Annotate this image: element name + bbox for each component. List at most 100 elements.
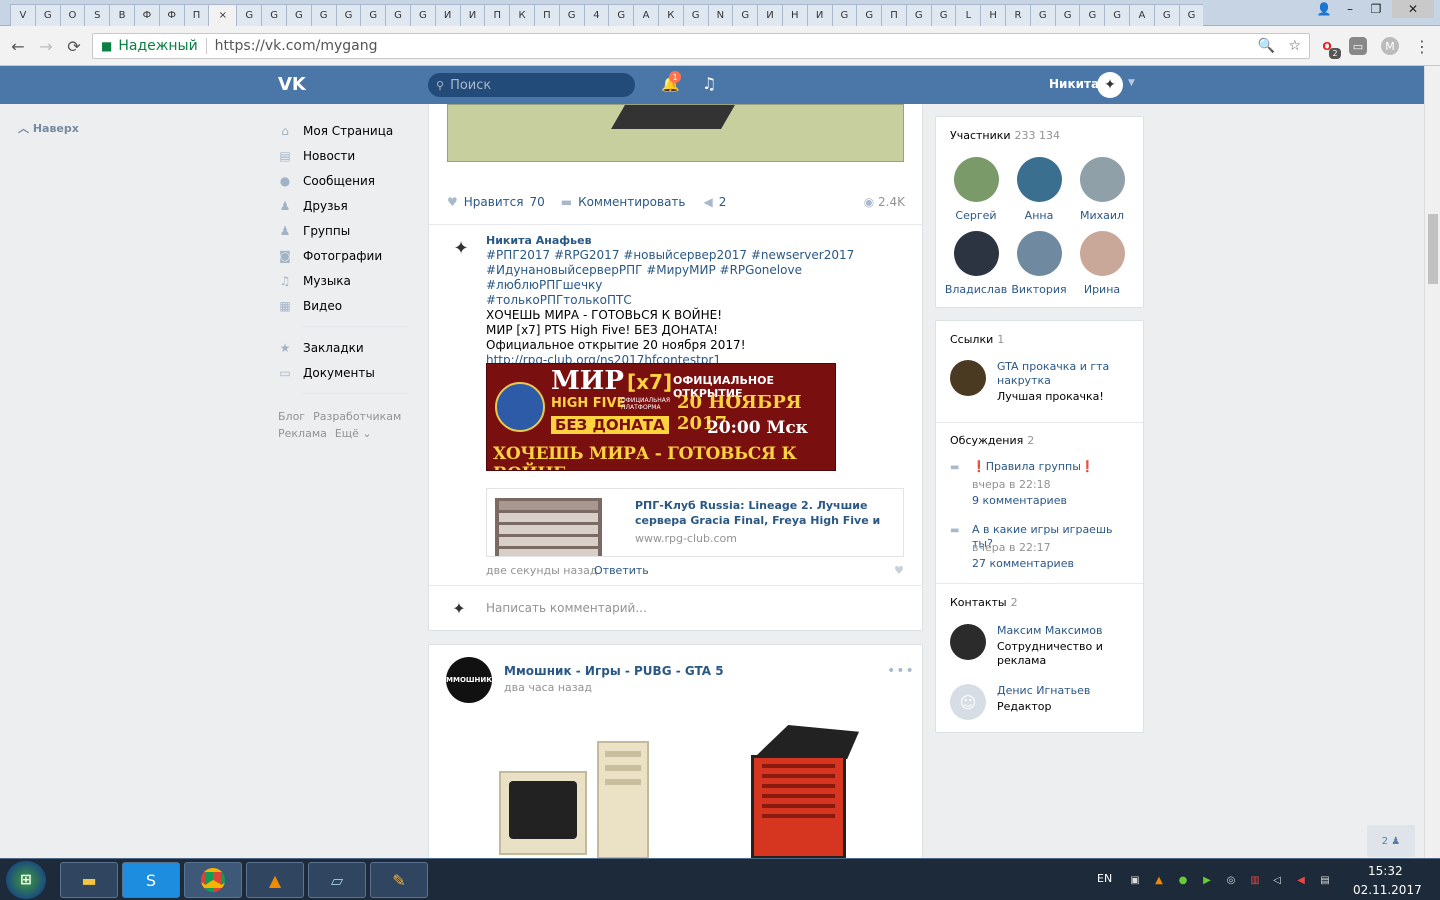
restore-button[interactable]: ❐: [1362, 0, 1390, 18]
extension-m-icon[interactable]: M: [1381, 37, 1399, 55]
back-button[interactable]: ←: [6, 34, 30, 58]
browser-tab[interactable]: П: [533, 4, 559, 26]
volume-tray-icon[interactable]: ◁: [1270, 873, 1284, 887]
links-title[interactable]: Ссылки 1: [950, 333, 1004, 346]
extension-icon[interactable]: ▭: [1349, 37, 1367, 55]
post-author-name[interactable]: Ммошник - Игры - PUBG - GTA 5: [504, 664, 724, 678]
heart-icon[interactable]: ♥: [447, 195, 458, 209]
browser-tab[interactable]: G: [409, 4, 435, 26]
member-item[interactable]: Владислав: [944, 231, 1008, 296]
write-comment-input[interactable]: Написать комментарий...: [486, 601, 647, 615]
bookmark-star-icon[interactable]: ☆: [1288, 38, 1301, 54]
browser-tab[interactable]: К: [657, 4, 683, 26]
footer-ads-link[interactable]: Реклама: [278, 427, 327, 440]
browser-tab[interactable]: П: [183, 4, 209, 26]
contact-name[interactable]: Максим Максимов: [997, 624, 1127, 638]
browser-tab[interactable]: И: [434, 4, 460, 26]
browser-tab[interactable]: R: [1005, 4, 1030, 26]
browser-tab[interactable]: Н: [980, 4, 1006, 26]
discussion-comments[interactable]: 27 комментариев: [972, 557, 1074, 570]
hashtags-line[interactable]: #ИдунановыйсерверРПГ #МируМИР #RPGonelov…: [486, 263, 906, 293]
close-window-button[interactable]: ✕: [1392, 0, 1434, 18]
sidebar-item[interactable]: ⌂ Моя Страница: [278, 118, 408, 143]
member-photo[interactable]: [1079, 231, 1125, 276]
paint-taskbar-icon[interactable]: ✎: [370, 862, 428, 898]
member-item[interactable]: Анна: [1007, 157, 1071, 222]
browser-tab[interactable]: G: [1153, 4, 1179, 26]
post-menu-icon[interactable]: •••: [887, 663, 915, 679]
discussion-title[interactable]: ❗Правила группы❗: [972, 460, 1132, 474]
tray-icon[interactable]: ●: [1176, 873, 1190, 887]
page-scrollbar[interactable]: [1424, 66, 1440, 858]
browser-tab[interactable]: G: [360, 4, 386, 26]
forward-button[interactable]: →: [34, 34, 58, 58]
browser-tab[interactable]: П: [484, 4, 510, 26]
browser-tab[interactable]: G: [385, 4, 410, 26]
clock-date[interactable]: 02.11.2017: [1353, 883, 1422, 897]
share-count[interactable]: 2: [719, 195, 727, 209]
comment-author-name[interactable]: Никита Анафьев: [486, 233, 906, 248]
sidebar-item[interactable]: ♟ Друзья: [278, 193, 408, 218]
browser-tab[interactable]: L: [955, 4, 981, 26]
contacts-title[interactable]: Контакты 2: [950, 596, 1018, 609]
zoom-icon[interactable]: 🔍: [1258, 38, 1275, 54]
search-input[interactable]: ⚲ Поиск: [428, 73, 635, 97]
browser-tab[interactable]: N: [707, 4, 733, 26]
browser-tab[interactable]: G: [930, 4, 956, 26]
member-name[interactable]: Михаил: [1070, 209, 1134, 222]
browser-menu-icon[interactable]: ⋮: [1413, 37, 1431, 56]
network-tray-icon[interactable]: ▥: [1248, 873, 1262, 887]
post-image-old-pc[interactable]: [489, 741, 659, 859]
sidebar-item[interactable]: ♟ Группы: [278, 218, 408, 243]
browser-tab[interactable]: G: [1029, 4, 1055, 26]
member-name[interactable]: Сергей: [944, 209, 1008, 222]
tray-icon[interactable]: ▶: [1200, 873, 1214, 887]
link-preview-card[interactable]: РПГ-Клуб Russia: Lineage 2. Лучшие серве…: [486, 488, 904, 557]
comment-icon[interactable]: ▬: [561, 195, 572, 209]
discussion-comments[interactable]: 9 комментариев: [972, 494, 1067, 507]
browser-tab[interactable]: И: [806, 4, 832, 26]
sidebar-item[interactable]: ★ Закладки: [278, 335, 408, 360]
member-item[interactable]: Сергей: [944, 157, 1008, 222]
browser-tab[interactable]: G: [856, 4, 882, 26]
browser-tab[interactable]: G: [236, 4, 262, 26]
browser-tab[interactable]: G: [1104, 4, 1130, 26]
browser-tab[interactable]: И: [757, 4, 782, 26]
browser-tab[interactable]: S: [84, 4, 110, 26]
chat-button[interactable]: 2 ♟: [1367, 825, 1415, 857]
comment-author-avatar[interactable]: ✦: [445, 232, 477, 264]
sidebar-item[interactable]: ♫ Музыка: [278, 268, 408, 293]
footer-blog-link[interactable]: Блог: [278, 410, 305, 423]
browser-tab[interactable]: G: [34, 4, 60, 26]
post-timestamp[interactable]: два часа назад: [504, 681, 592, 694]
member-item[interactable]: Ирина: [1070, 231, 1134, 296]
members-title[interactable]: Участники 233 134: [950, 129, 1060, 142]
url-text[interactable]: https://vk.com/mygang: [215, 38, 378, 54]
sidebar-item[interactable]: ▤ Новости: [278, 143, 408, 168]
like-button[interactable]: Нравится: [464, 195, 524, 209]
browser-tab[interactable]: G: [310, 4, 336, 26]
browser-tab[interactable]: V: [10, 4, 35, 26]
link-preview-title[interactable]: РПГ-Клуб Russia: Lineage 2. Лучшие серве…: [635, 498, 897, 528]
tray-icon[interactable]: ◎: [1224, 873, 1238, 887]
browser-tab[interactable]: Ф: [133, 4, 159, 26]
footer-more-link[interactable]: Ещё ⌄: [335, 427, 372, 440]
reload-button[interactable]: ⟳: [62, 34, 86, 58]
browser-tab[interactable]: G: [1079, 4, 1105, 26]
comment-timestamp[interactable]: две секунды назад: [486, 564, 597, 577]
sidebar-item[interactable]: ● Сообщения: [278, 168, 408, 193]
address-bar[interactable]: ■ Надежный https://vk.com/mygang 🔍 ☆: [92, 33, 1310, 59]
footer-dev-link[interactable]: Разработчикам: [313, 410, 401, 423]
member-name[interactable]: Владислав: [944, 283, 1008, 296]
sidebar-item[interactable]: ▦ Видео: [278, 293, 408, 318]
browser-tab[interactable]: G: [285, 4, 311, 26]
browser-tab[interactable]: П: [881, 4, 906, 26]
mute-tray-icon[interactable]: ◀: [1294, 873, 1308, 887]
browser-tab[interactable]: А: [1129, 4, 1154, 26]
browser-tab[interactable]: G: [682, 4, 708, 26]
vlc-tray-icon[interactable]: ▲: [1152, 873, 1166, 887]
browser-tab[interactable]: G: [732, 4, 758, 26]
share-icon[interactable]: ◀: [704, 195, 713, 209]
browser-tab[interactable]: O: [59, 4, 85, 26]
music-icon[interactable]: ♫: [702, 74, 716, 93]
